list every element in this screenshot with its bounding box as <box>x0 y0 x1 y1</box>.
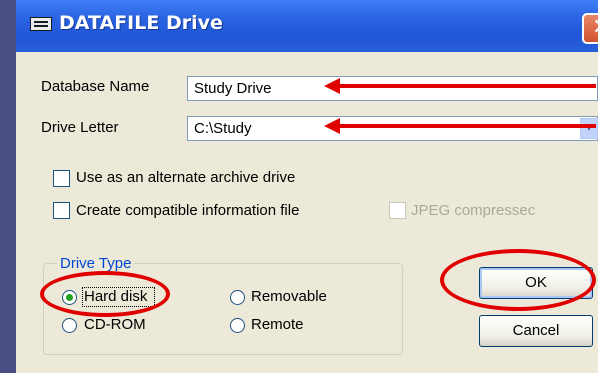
drive-letter-value: C:\Study <box>194 120 252 137</box>
close-button[interactable]: ✕ <box>582 13 598 44</box>
database-name-label: Database Name <box>41 78 150 95</box>
annotation-arrow-icon <box>324 118 596 134</box>
drive-letter-label: Drive Letter <box>41 119 119 136</box>
radio-removable[interactable] <box>230 290 245 305</box>
radio-remote[interactable] <box>230 318 245 333</box>
annotation-circle <box>40 271 170 317</box>
jpeg-compressed-label: JPEG compressec <box>411 202 536 219</box>
cd-rom-label[interactable]: CD-ROM <box>84 316 146 333</box>
cancel-button[interactable]: Cancel <box>479 315 593 347</box>
alternate-archive-label: Use as an alternate archive drive <box>76 169 296 186</box>
annotation-arrow-icon <box>324 78 596 94</box>
compatible-info-label: Create compatible information file <box>76 202 300 219</box>
title-bar[interactable]: DATAFILE Drive ✕ <box>16 0 598 52</box>
drive-letter-dropdown[interactable]: C:\Study ▾ <box>187 116 598 141</box>
drive-type-title: Drive Type <box>57 255 135 272</box>
dialog-body: Database Name Study Drive Drive Letter C… <box>16 52 598 373</box>
alternate-archive-checkbox[interactable] <box>53 170 70 187</box>
removable-label[interactable]: Removable <box>251 288 327 305</box>
compatible-info-checkbox[interactable] <box>53 202 70 219</box>
window-title: DATAFILE Drive <box>59 12 223 34</box>
annotation-circle <box>440 249 596 311</box>
close-icon: ✕ <box>592 15 598 40</box>
window-icon <box>30 17 52 31</box>
dropdown-arrow-icon[interactable]: ▾ <box>580 118 598 139</box>
radio-cd-rom[interactable] <box>62 318 77 333</box>
database-name-input[interactable]: Study Drive <box>187 76 598 101</box>
jpeg-compressed-checkbox <box>389 202 406 219</box>
remote-label[interactable]: Remote <box>251 316 304 333</box>
dialog-window: DATAFILE Drive ✕ Database Name Study Dri… <box>0 0 598 373</box>
background-strip <box>0 0 16 373</box>
